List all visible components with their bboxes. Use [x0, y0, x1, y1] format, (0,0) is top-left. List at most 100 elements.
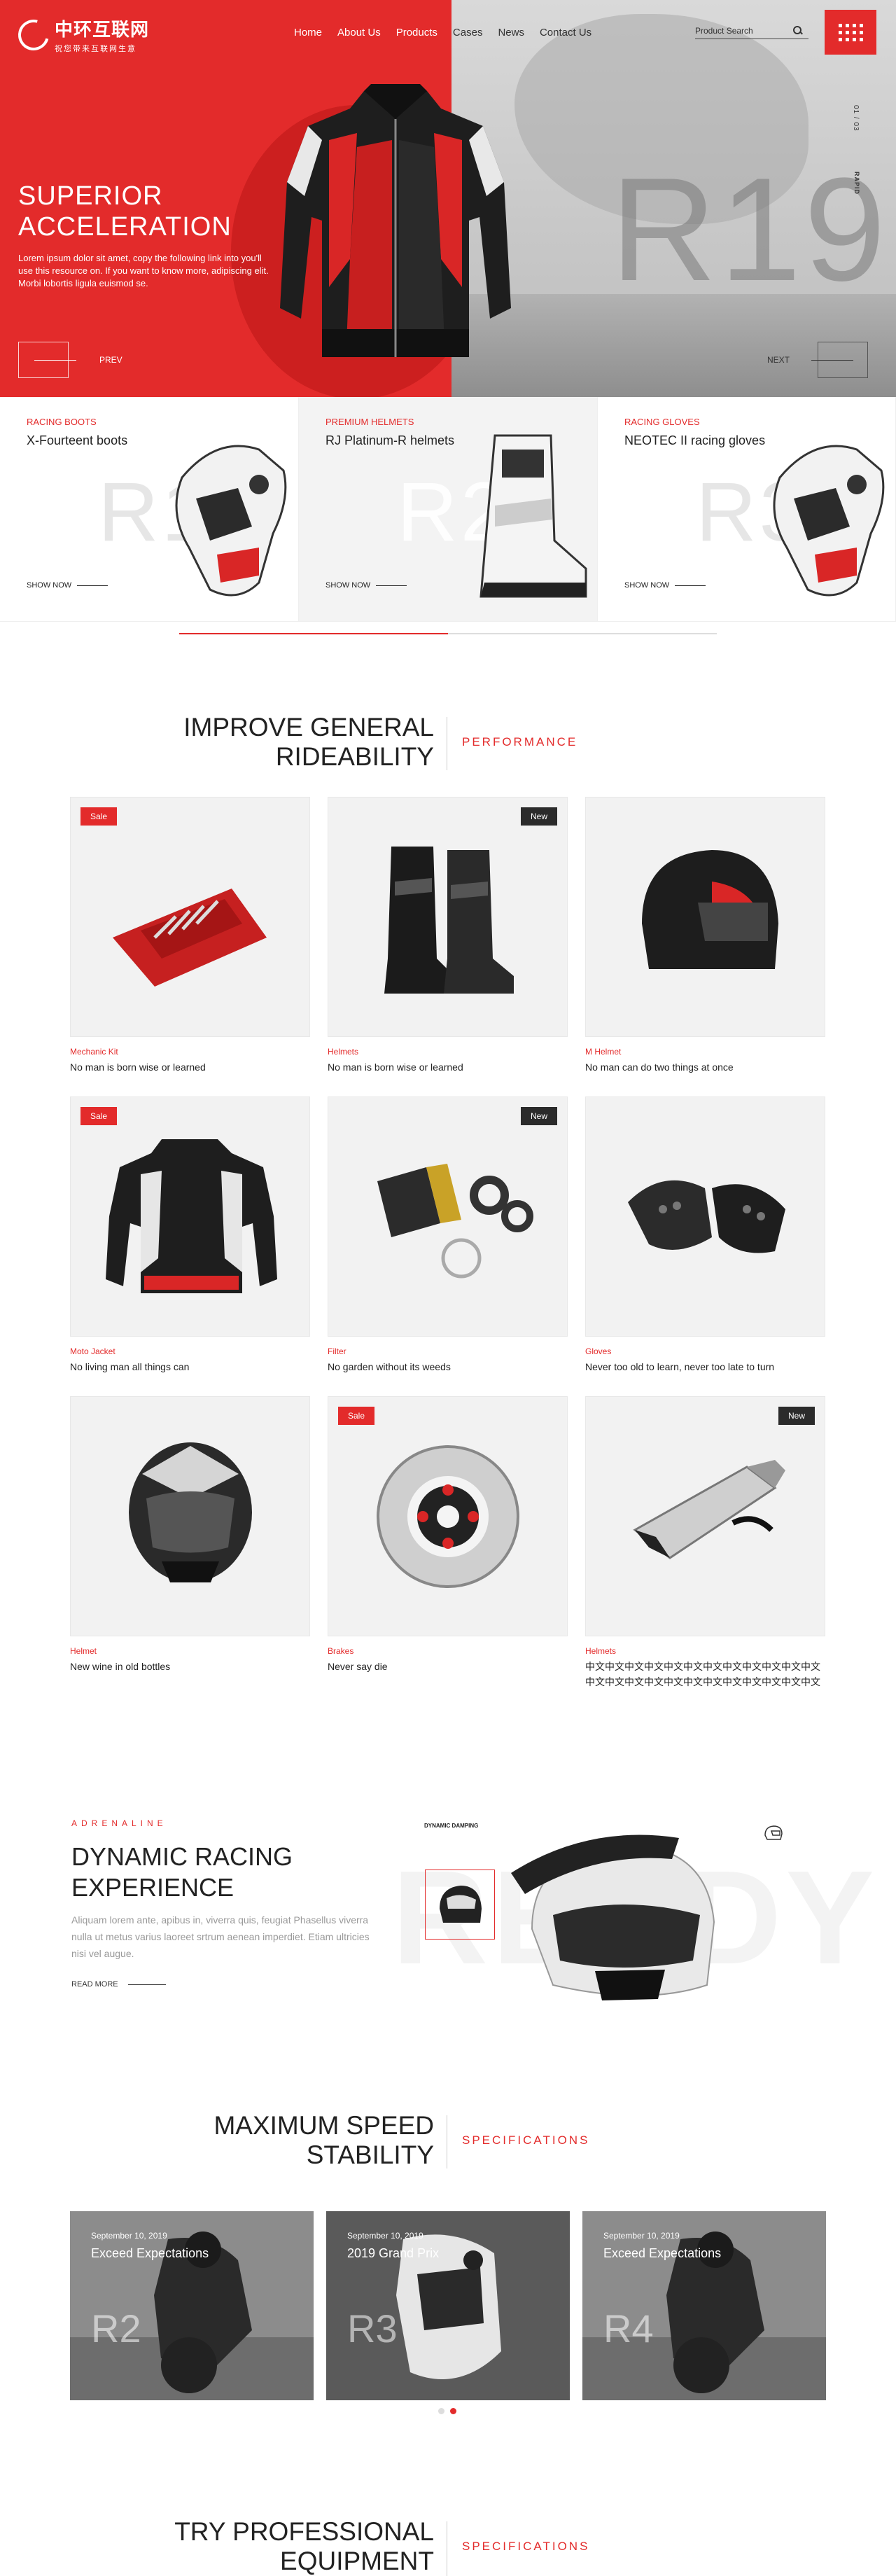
product-category: Gloves: [585, 1346, 612, 1356]
carousel-dots: [438, 2408, 456, 2414]
adrenaline-title-line2: EXPERIENCE: [71, 1873, 234, 1902]
product-category: Helmets: [328, 1047, 359, 1057]
dynamic-damping-label: DYNAMIC DAMPING: [424, 1823, 479, 1829]
site-logo[interactable]: 中环互联网 祝您带来互联网生意: [12, 13, 150, 56]
product-name: Never too old to learn, never too late t…: [585, 1361, 775, 1372]
gloves-icon: [175, 445, 287, 597]
menu-grid-button[interactable]: [825, 10, 876, 55]
next-label: NEXT: [767, 355, 790, 365]
exhaust-icon: [633, 1460, 785, 1559]
gloves-icon: [773, 445, 885, 597]
product-card[interactable]: Gloves Never too old to learn, never too…: [585, 1096, 825, 1385]
prev-slide-button[interactable]: PREV: [18, 342, 122, 378]
section-title-line1: TRY PROFESSIONAL: [174, 2517, 434, 2546]
helmet-icon: [440, 1886, 482, 1923]
section-subtitle: SPECIFICATIONS: [462, 2133, 590, 2147]
hero-big-text: R19: [610, 147, 889, 312]
logo-title: 中环互联网: [55, 20, 150, 41]
boots-icon: [384, 847, 514, 994]
prev-label: PREV: [99, 355, 122, 365]
jacket-icon: [106, 1139, 277, 1293]
nav-products[interactable]: Products: [396, 27, 438, 39]
helmet-icon: [642, 850, 778, 969]
helmet-outline-icon: [764, 1825, 783, 1840]
next-slide-button[interactable]: NEXT: [767, 342, 869, 378]
arrow-left-icon: [18, 342, 76, 378]
section-title: TRY PROFESSIONAL EQUIPMENT: [174, 2517, 434, 2576]
news-title: Exceed Expectations: [603, 2246, 722, 2260]
equipment-heading: TRY PROFESSIONAL EQUIPMENT SPECIFICATION…: [0, 2517, 896, 2576]
slide-index: 01 / 03: [852, 105, 860, 132]
section-title: MAXIMUM SPEED STABILITY: [214, 2111, 434, 2170]
adrenaline-title-line1: DYNAMIC RACING: [71, 1842, 293, 1871]
logo-slogan: 祝您带来互联网生意: [55, 45, 136, 53]
product-name: 中文中文中文中文中文中文中文中文中文中文中文中文中文中文中文中文中文中文中文中文…: [585, 1661, 820, 1687]
gloves-icon: [628, 1180, 785, 1253]
product-card[interactable]: New Filter No garden without its weeds: [328, 1096, 568, 1385]
feature-card-boots[interactable]: R1 RACING BOOTS X-Fourteent boots SHOW N…: [0, 397, 299, 622]
section-title-line1: IMPROVE GENERAL: [183, 713, 434, 742]
section-title-line1: MAXIMUM SPEED: [214, 2111, 434, 2140]
show-now-link[interactable]: SHOW NOW: [624, 581, 706, 590]
news-card[interactable]: September 10, 2019 Exceed Expectations R…: [582, 2211, 826, 2400]
product-card[interactable]: Sale Brakes Never say die: [328, 1396, 568, 1685]
product-card[interactable]: M Helmet No man can do two things at onc…: [585, 797, 825, 1085]
carousel-dot-active[interactable]: [450, 2408, 456, 2414]
hero-description: Lorem ipsum dolor sit amet, copy the fol…: [18, 253, 269, 288]
read-more-link[interactable]: READ MORE: [71, 1980, 166, 1989]
brake-disc-icon: [377, 1445, 519, 1588]
page: 中环互联网 祝您带来互联网生意 Home About Us Products C…: [0, 0, 896, 2576]
product-name: No man is born wise or learned: [70, 1061, 206, 1073]
product-name: No garden without its weeds: [328, 1361, 451, 1372]
performance-heading: IMPROVE GENERAL RIDEABILITY PERFORMANCE: [0, 713, 896, 772]
product-card[interactable]: Sale Moto Jacket No living man all thing…: [70, 1096, 310, 1385]
product-card[interactable]: Helmet New wine in old bottles: [70, 1396, 310, 1685]
show-now-link[interactable]: SHOW NOW: [27, 581, 108, 590]
show-now-link[interactable]: SHOW NOW: [326, 581, 407, 590]
helmet-icon: [511, 1834, 715, 2000]
specs-heading: MAXIMUM SPEED STABILITY SPECIFICATIONS: [0, 2111, 896, 2170]
section-title-line2: EQUIPMENT: [280, 2547, 434, 2575]
search-input[interactable]: [695, 25, 793, 36]
nav-contact-us[interactable]: Contact Us: [540, 27, 592, 39]
product-category: Brakes: [328, 1646, 354, 1656]
logo-swirl-icon: [12, 13, 55, 56]
product-card[interactable]: New Helmets 中文中文中文中文中文中文中文中文中文中文中文中文中文中文…: [585, 1396, 825, 1687]
product-category: M Helmet: [585, 1047, 622, 1057]
feature-card-gloves[interactable]: R3 RACING GLOVES NEOTEC II racing gloves…: [598, 397, 896, 622]
racing-jacket-image: [280, 84, 511, 357]
product-name: Never say die: [328, 1661, 388, 1672]
helmet-thumbnail[interactable]: [425, 1870, 495, 1940]
nav-home[interactable]: Home: [294, 27, 322, 39]
product-name: No living man all things can: [70, 1361, 190, 1372]
section-title-line2: RIDEABILITY: [275, 742, 434, 771]
slide-side-label: RAPID: [853, 172, 860, 195]
hero-title-line2: ACCELERATION: [18, 212, 232, 242]
search-icon[interactable]: [793, 25, 803, 36]
hero-banner: 中环互联网 祝您带来互联网生意 Home About Us Products C…: [0, 0, 896, 397]
product-card[interactable]: Sale Mechanic Kit No man is born wise or…: [70, 797, 310, 1085]
feature-name: NEOTEC II racing gloves: [624, 433, 766, 447]
helmet-icon: [129, 1442, 252, 1582]
news-card[interactable]: September 10, 2019 2019 Grand Prix R3: [326, 2211, 570, 2400]
news-date: September 10, 2019: [347, 2231, 424, 2241]
news-big-text: R2: [91, 2306, 141, 2351]
product-category: Filter: [328, 1346, 346, 1356]
feature-card-helmets[interactable]: R2 PREMIUM HELMETS RJ Platinum-R helmets…: [299, 397, 598, 622]
nav-about-us[interactable]: About Us: [337, 27, 381, 39]
product-card[interactable]: New Helmets No man is born wise or learn…: [328, 797, 568, 1085]
product-search: [695, 22, 808, 39]
nav-cases[interactable]: Cases: [453, 27, 483, 39]
section-subtitle: PERFORMANCE: [462, 735, 578, 749]
feature-name: X-Fourteent boots: [27, 433, 128, 447]
product-category: Mechanic Kit: [70, 1047, 118, 1057]
arrow-right-icon: [811, 342, 869, 378]
product-name: No man can do two things at once: [585, 1061, 734, 1073]
news-card[interactable]: September 10, 2019 Exceed Expectations R…: [70, 2211, 314, 2400]
news-title: 2019 Grand Prix: [347, 2246, 440, 2260]
carousel-dot[interactable]: [438, 2408, 444, 2414]
product-name: No man is born wise or learned: [328, 1061, 463, 1073]
nav-news[interactable]: News: [498, 27, 524, 39]
feature-category: RACING BOOTS: [27, 417, 97, 427]
adrenaline-title: DYNAMIC RACING EXPERIENCE: [71, 1842, 293, 1903]
